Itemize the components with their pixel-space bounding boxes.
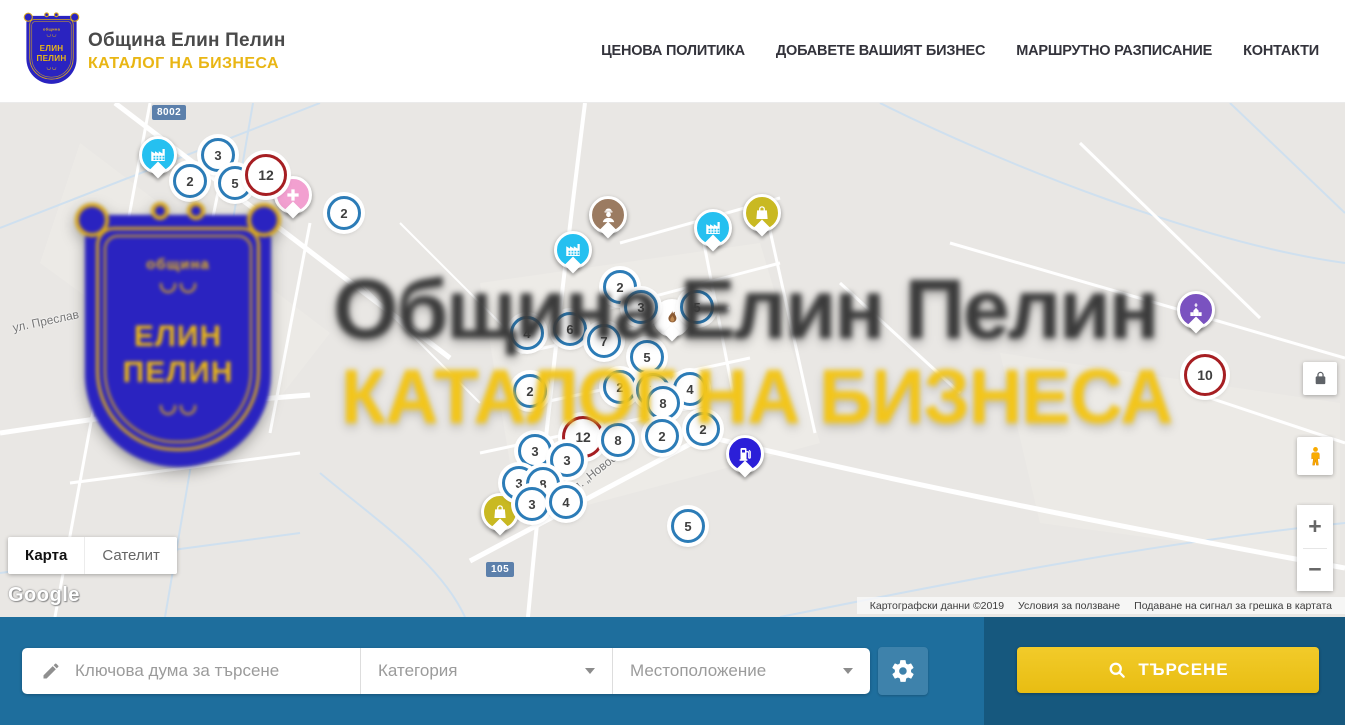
lock-control-button[interactable] <box>1303 362 1337 395</box>
search-icon <box>1107 660 1127 680</box>
google-logo[interactable]: Google <box>8 584 80 607</box>
factory-pin-marker[interactable] <box>139 136 177 174</box>
cluster-marker[interactable]: 5 <box>671 509 705 543</box>
factory-pin-marker[interactable] <box>694 209 732 247</box>
cluster-marker[interactable]: 3 <box>515 487 549 521</box>
factory-icon <box>704 219 722 237</box>
map-copyright: Картографски данни ©2019 <box>863 600 1011 612</box>
cluster-marker[interactable]: 3 <box>518 434 552 468</box>
satellite-tab[interactable]: Сателит <box>84 537 177 574</box>
crest-ornament <box>44 12 49 17</box>
main-nav: ЦЕНОВА ПОЛИТИКА ДОБАВЕТЕ ВАШИЯТ БИЗНЕС МАР… <box>601 43 1319 59</box>
worker-pin-marker[interactable] <box>589 196 627 234</box>
chevron-down-icon <box>585 668 595 674</box>
map-attribution: Картографски данни ©2019 Условия за полз… <box>857 597 1345 614</box>
nav-link-1[interactable]: ЦЕНОВА ПОЛИТИКА <box>601 43 745 59</box>
cluster-marker[interactable]: 2 <box>603 370 637 404</box>
fuel-pump-icon <box>736 445 754 463</box>
gear-icon <box>890 658 916 684</box>
crest-ornament <box>54 12 59 17</box>
nav-link-2[interactable]: ДОБАВЕТЕ ВАШИЯТ БИЗНЕС <box>776 43 985 59</box>
cluster-marker[interactable]: 5 <box>680 290 714 324</box>
zoom-control: + − <box>1297 505 1333 591</box>
shopping-bag-icon <box>753 204 771 222</box>
keyword-field[interactable] <box>22 648 360 694</box>
factory-pin-marker[interactable] <box>554 231 592 269</box>
site-logo[interactable]: община ЕЛИН ПЕЛИН <box>22 10 76 92</box>
cluster-marker[interactable]: 2 <box>513 374 547 408</box>
page: община ЕЛИН ПЕЛИН Община Елин Пелин КАТА… <box>0 0 1345 725</box>
factory-icon <box>149 146 167 164</box>
search-bar: Категория Местоположение ТЪРСЕНЕ <box>0 617 1345 725</box>
map-tab[interactable]: Карта <box>8 537 84 574</box>
cluster-marker[interactable]: 2 <box>686 412 720 446</box>
cluster-marker[interactable]: 4 <box>510 316 544 350</box>
header: община ЕЛИН ПЕЛИН Община Елин Пелин КАТА… <box>0 0 1345 103</box>
cluster-marker[interactable]: 8 <box>646 386 680 420</box>
category-select[interactable]: Категория <box>360 648 612 694</box>
crest-top-text: община <box>43 27 60 32</box>
brand-text: Община Елин Пелин КАТАЛОГ НА БИЗНЕСА <box>88 30 286 73</box>
road-number-badge: 105 <box>486 562 514 577</box>
road-number-badge: 8002 <box>152 105 186 120</box>
terms-link[interactable]: Условия за ползване <box>1011 600 1127 612</box>
search-action-panel: ТЪРСЕНЕ <box>984 617 1345 725</box>
map-type-control: Карта Сателит <box>8 537 177 574</box>
report-error-link[interactable]: Подаване на сигнал за грешка в картата <box>1127 600 1339 612</box>
search-filters: Категория Местоположение <box>22 648 870 694</box>
worker-icon <box>599 206 618 225</box>
flame-icon <box>662 308 682 328</box>
search-input[interactable] <box>75 661 305 681</box>
municipality-crest-logo: община ЕЛИН ПЕЛИН <box>26 16 76 84</box>
cluster-marker[interactable]: 10 <box>1184 354 1226 396</box>
church-icon <box>1187 301 1205 319</box>
zoom-out-button[interactable]: − <box>1297 549 1333 592</box>
nav-link-3[interactable]: МАРШРУТНО РАЗПИСАНИЕ <box>1016 43 1212 59</box>
cluster-marker[interactable]: 6 <box>553 312 587 346</box>
street-view-pegman-button[interactable] <box>1297 437 1333 475</box>
search-button-label: ТЪРСЕНЕ <box>1138 660 1228 680</box>
cluster-marker[interactable]: 2 <box>173 164 207 198</box>
location-select-label: Местоположение <box>630 661 766 681</box>
search-button[interactable]: ТЪРСЕНЕ <box>1017 647 1319 693</box>
pegman-icon <box>1304 445 1327 468</box>
advanced-settings-button[interactable] <box>878 647 928 695</box>
cluster-marker[interactable]: 2 <box>327 196 361 230</box>
medical-cross-icon <box>284 186 302 204</box>
cluster-marker[interactable]: 4 <box>549 485 583 519</box>
church-pin-marker[interactable] <box>1177 291 1215 329</box>
crest-name-line1: ЕЛИН <box>40 44 64 54</box>
cluster-marker[interactable]: 7 <box>587 324 621 358</box>
cluster-marker[interactable]: 5 <box>630 340 664 374</box>
cluster-marker[interactable]: 12 <box>245 154 287 196</box>
site-title: Община Елин Пелин <box>88 30 286 52</box>
crest-name-line2: ПЕЛИН <box>37 54 67 64</box>
shopping-bag-icon <box>491 503 509 521</box>
cluster-marker[interactable]: 8 <box>601 423 635 457</box>
cluster-marker[interactable]: 2 <box>645 419 679 453</box>
location-select[interactable]: Местоположение <box>612 648 870 694</box>
map-canvas[interactable]: ул. Преславбул. „Новосел 8002105 3251222… <box>0 103 1345 617</box>
factory-icon <box>564 241 582 259</box>
site-subtitle: КАТАЛОГ НА БИЗНЕСА <box>88 55 286 73</box>
shopping-bag-pin-marker[interactable] <box>743 194 781 232</box>
chevron-down-icon <box>843 668 853 674</box>
nav-link-4[interactable]: КОНТАКТИ <box>1243 43 1319 59</box>
lock-icon <box>1312 370 1329 387</box>
category-select-label: Категория <box>378 661 457 681</box>
fuel-pump-pin-marker[interactable] <box>726 435 764 473</box>
cluster-marker[interactable]: 3 <box>624 290 658 324</box>
zoom-in-button[interactable]: + <box>1297 505 1333 548</box>
pencil-icon <box>41 661 61 681</box>
